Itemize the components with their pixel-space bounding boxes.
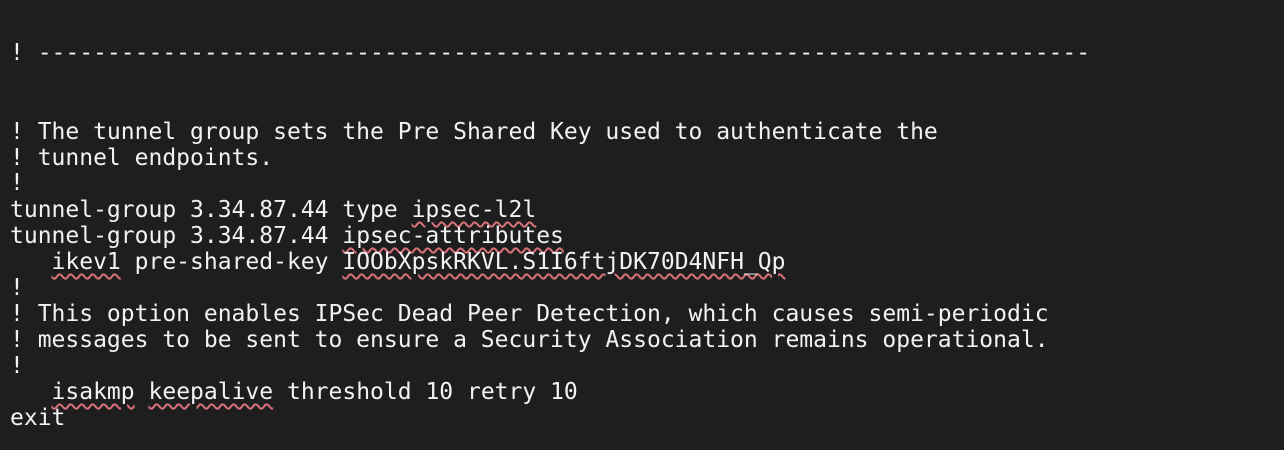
spellcheck-flagged-word[interactable]: ikev1 [52, 249, 121, 275]
tunnel-group-attributes-line: tunnel-group 3.34.87.44 ipsec-attributes [10, 223, 564, 249]
spellcheck-flagged-word[interactable]: ipsec-attributes [342, 223, 564, 249]
comment-line: ! The tunnel group sets the Pre Shared K… [10, 119, 938, 145]
tunnel-group-type-text: tunnel-group 3.34.87.44 type [10, 197, 412, 223]
spellcheck-flagged-word[interactable]: isakmp [52, 379, 135, 405]
comment-bang-line: ! [10, 353, 24, 379]
config-editor[interactable]: ! --------------------------------------… [10, 0, 1280, 450]
keepalive-params-text: threshold 10 retry 10 [273, 379, 578, 405]
exit-line: exit [10, 405, 66, 431]
comment-bang-line: ! [10, 275, 24, 301]
comment-line: ! messages to be sent to ensure a Securi… [10, 327, 1049, 353]
comment-line: ! tunnel endpoints. [10, 145, 274, 171]
spellcheck-flagged-word[interactable]: keepalive [149, 379, 274, 405]
pre-shared-key-line: ikev1 pre-shared-key IOObXpskRKVL.S1I6ft… [10, 249, 786, 275]
isakmp-keepalive-line: isakmp keepalive threshold 10 retry 10 [10, 379, 578, 405]
tunnel-group-type-line: tunnel-group 3.34.87.44 type ipsec-l2l [10, 197, 536, 223]
pre-shared-key-text: pre-shared-key [120, 249, 343, 275]
spellcheck-flagged-word[interactable]: ipsec-l2l [412, 197, 537, 223]
comment-bang-line: ! [10, 170, 24, 196]
tunnel-group-attributes-text: tunnel-group 3.34.87.44 [10, 223, 343, 249]
comment-line: ! This option enables IPSec Dead Peer De… [10, 301, 1049, 327]
pre-shared-key-value[interactable]: IOObXpskRKVL.S1I6ftjDK70D4NFH_Qp [342, 249, 785, 275]
divider-line: ! --------------------------------------… [10, 40, 1091, 66]
